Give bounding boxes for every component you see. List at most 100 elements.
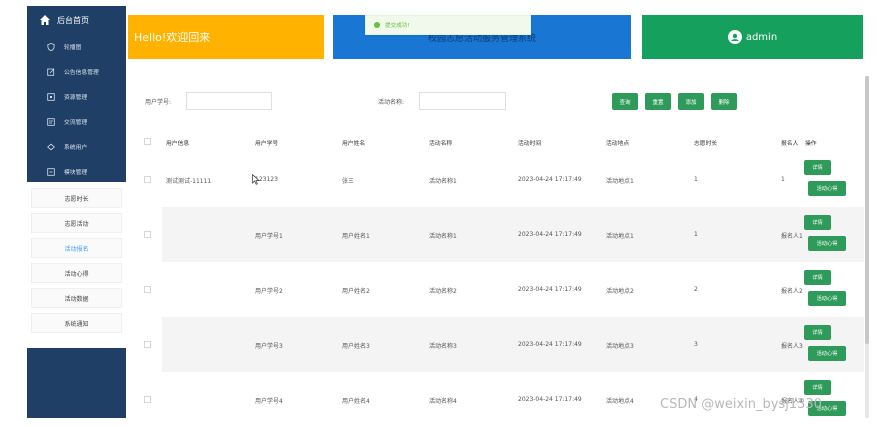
sidebar-item-label: 交流管理 [64, 120, 88, 126]
cell-duration: 1 [694, 176, 698, 183]
detail-button[interactable]: 详情 [804, 270, 831, 285]
submenu-item-4[interactable]: 活动数据 [31, 288, 122, 308]
table-row[interactable]: 用户学号3 用户姓名3 活动名称3 2023-04-24 17:17:49 活动地点3 3… [128, 317, 864, 372]
cell-activity-time: 2023-04-24 17:17:49 [518, 231, 582, 238]
cell-applicant: 1 [781, 176, 785, 183]
cell-activity-time: 2023-04-24 17:17:49 [518, 286, 582, 293]
toast-text: 提交成功! [385, 23, 410, 29]
table-row[interactable]: 用户学号2 用户姓名2 活动名称2 2023-04-24 17:17:49 活动地点2 2… [128, 262, 864, 317]
module-icon [47, 167, 55, 176]
table-header: 用户信息 用户学号 用户姓名 活动名称 活动时间 活动地点 志愿时长 报名人 操… [128, 130, 864, 152]
row-actions: 详情活动心得 [800, 207, 848, 262]
submenu-item-5[interactable]: 系统通知 [31, 313, 122, 333]
cell-user-name: 用户姓名2 [342, 288, 370, 295]
cell-duration: 3 [694, 341, 698, 348]
row-actions: 详情活动心得 [800, 317, 848, 372]
sidebar-item-1[interactable]: 公告信息管理 [27, 59, 126, 84]
row-checkbox[interactable] [144, 396, 151, 405]
filter-bar: 用户学号: 活动名称: 查询 重置 添加 删除 [128, 92, 864, 112]
sidebar-home-label: 后台首页 [57, 15, 89, 25]
add-button[interactable]: 添加 [678, 93, 704, 110]
vertical-scrollbar[interactable] [865, 76, 869, 418]
table-row[interactable]: 用户学号1 用户姓名1 活动名称1 2023-04-24 17:17:49 活动地点1 1… [128, 207, 864, 262]
activity-name-input[interactable] [419, 92, 506, 110]
cell-activity-time: 2023-04-24 17:17:49 [518, 176, 582, 183]
sidebar-item-label: 系统用户 [64, 145, 88, 151]
detail-button[interactable]: 详情 [804, 160, 831, 175]
check-circle-icon [374, 22, 380, 28]
detail-button[interactable]: 详情 [804, 325, 831, 340]
table-row[interactable]: 测试测试-11111 123123 张三 活动名称1 2023-04-24 17:17:… [128, 152, 864, 207]
reset-button[interactable]: 重置 [645, 93, 671, 110]
cell-activity-name: 活动名称1 [429, 178, 457, 185]
student-id-input[interactable] [186, 92, 272, 110]
experience-button[interactable]: 活动心得 [808, 291, 846, 306]
row-checkbox[interactable] [144, 286, 151, 295]
sidebar-item-4[interactable]: 系统用户 [27, 134, 126, 159]
cell-activity-time: 2023-04-24 17:17:49 [518, 341, 582, 348]
cell-activity-name: 活动名称4 [429, 398, 457, 405]
select-all-checkbox[interactable] [144, 138, 151, 147]
cell-student-id: 用户学号3 [255, 343, 283, 350]
edit-icon [47, 68, 55, 76]
content-panel: 用户学号: 活动名称: 查询 重置 添加 删除 用户信息 用户学号 用户姓名 活… [128, 76, 864, 418]
student-id-label: 用户学号: [145, 99, 172, 106]
sidebar-item-label: 资源管理 [64, 95, 88, 101]
col-activity-time: 活动时间 [518, 141, 542, 147]
scrollbar-thumb[interactable] [865, 76, 869, 344]
shield-icon [47, 42, 55, 51]
cell-activity-name: 活动名称3 [429, 343, 457, 350]
mouse-cursor-icon [252, 170, 260, 189]
cell-activity-place: 活动地点2 [606, 288, 634, 295]
sidebar-home[interactable]: 后台首页 [27, 6, 126, 34]
sidebar-item-label: 模块管理 [64, 170, 88, 176]
detail-button[interactable]: 详情 [804, 215, 831, 230]
cell-user-name: 用户姓名4 [342, 398, 370, 405]
submenu-item-1[interactable]: 志愿活动 [31, 213, 122, 233]
row-checkbox[interactable] [144, 231, 151, 240]
cell-student-id: 用户学号1 [255, 233, 283, 240]
cell-activity-name: 活动名称2 [429, 288, 457, 295]
cell-user-name: 张三 [342, 178, 355, 185]
col-user-info: 用户信息 [166, 141, 190, 147]
chat-icon [47, 117, 55, 126]
sidebar-item-label: 公告信息管理 [64, 70, 99, 76]
row-checkbox[interactable] [144, 176, 151, 185]
username: admin [745, 31, 778, 43]
sidebar-item-2[interactable]: 资源管理 [27, 84, 126, 109]
experience-button[interactable]: 活动心得 [808, 236, 846, 251]
search-button[interactable]: 查询 [612, 93, 638, 110]
cell-user-name: 用户姓名3 [342, 343, 370, 350]
submenu-item-0[interactable]: 志愿时长 [31, 188, 122, 208]
user-card[interactable]: admin [642, 15, 863, 59]
success-toast: 提交成功! [365, 15, 531, 35]
cell-activity-name: 活动名称1 [429, 233, 457, 240]
experience-button[interactable]: 活动心得 [808, 181, 846, 196]
cell-duration: 2 [694, 286, 698, 293]
col-actions: 操作 [805, 141, 817, 147]
sidebar-item-0[interactable]: 轮播图 [27, 34, 126, 59]
row-actions: 详情活动心得 [800, 152, 848, 207]
submenu-item-3[interactable]: 活动心得 [31, 263, 122, 283]
sidebar-item-5[interactable]: 模块管理 [27, 159, 126, 184]
watermark: CSDN @weixin_bysj1330 [660, 397, 822, 412]
cell-activity-place: 活动地点3 [606, 343, 634, 350]
cell-user-info: 测试测试-11111 [166, 178, 212, 185]
welcome-text: Hello!欢迎回来 [134, 31, 211, 44]
cell-student-id: 用户学号2 [255, 288, 283, 295]
detail-button[interactable]: 详情 [804, 380, 831, 395]
app-frame: 后台首页 轮播图 公告信息管理 资源管理 交流管理 系统用户 模块管理 志愿时长 志愿活动活… [0, 0, 892, 425]
col-user-name: 用户姓名 [342, 141, 366, 147]
delete-button[interactable]: 删除 [711, 93, 737, 110]
submenu-item-2[interactable]: 活动报名 [31, 238, 122, 258]
folder-icon [47, 92, 55, 101]
sidebar-item-label: 轮播图 [64, 45, 82, 51]
sidebar-submenu: 志愿时长志愿活动活动报名活动心得活动数据系统通知 [27, 182, 126, 348]
sidebar-item-3[interactable]: 交流管理 [27, 109, 126, 134]
cell-student-id: 用户学号4 [255, 398, 283, 405]
row-checkbox[interactable] [144, 341, 151, 350]
cell-duration: 1 [694, 231, 698, 238]
activity-name-label: 活动名称: [378, 99, 405, 106]
row-actions: 详情活动心得 [800, 262, 848, 317]
experience-button[interactable]: 活动心得 [808, 346, 846, 361]
